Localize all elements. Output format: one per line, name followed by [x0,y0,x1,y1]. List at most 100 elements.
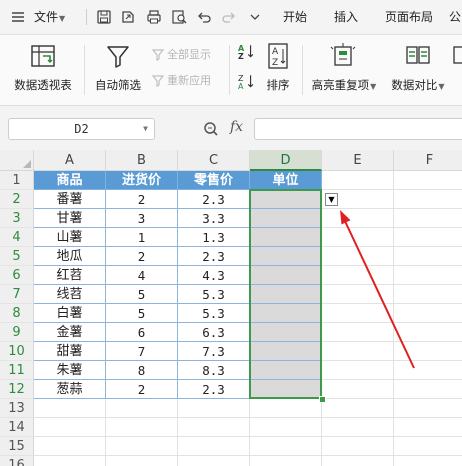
file-menu[interactable]: 文件▼ [34,0,65,34]
hamburger-menu-icon[interactable] [10,9,26,25]
tab-insert[interactable]: 插入 [334,0,358,34]
cell[interactable] [394,456,462,466]
tab-formulas[interactable]: 公 [449,0,461,34]
table-cell[interactable]: 1 [106,228,178,247]
cell[interactable] [34,399,106,418]
table-cell[interactable]: 2.3 [178,247,250,266]
cell[interactable] [250,437,322,456]
table-cell[interactable]: 6.3 [178,323,250,342]
table-cell[interactable]: 6 [106,323,178,342]
table-cell[interactable]: 4.3 [178,266,250,285]
cell[interactable] [322,437,394,456]
cell[interactable] [322,399,394,418]
table-cell[interactable] [250,323,322,342]
row-header-12[interactable]: 12 [0,380,34,399]
customize-toolbar-icon[interactable] [247,9,263,25]
table-cell[interactable]: 7.3 [178,342,250,361]
row-header-8[interactable]: 8 [0,304,34,323]
table-cell[interactable]: 金薯 [34,323,106,342]
cell[interactable] [394,247,462,266]
cell[interactable] [178,418,250,437]
table-cell[interactable]: 5 [106,285,178,304]
table-cell[interactable]: 4 [106,266,178,285]
table-cell[interactable] [250,247,322,266]
name-box[interactable]: D2 ▼ [8,118,155,140]
cell[interactable] [322,456,394,466]
cell[interactable] [322,247,394,266]
cell[interactable] [394,399,462,418]
table-cell[interactable]: 2 [106,380,178,399]
table-cell[interactable]: 地瓜 [34,247,106,266]
cell[interactable] [322,380,394,399]
cell[interactable] [34,418,106,437]
table-cell[interactable]: 番薯 [34,190,106,209]
row-header-16[interactable]: 16 [0,456,34,466]
cell[interactable] [394,418,462,437]
cell[interactable] [394,380,462,399]
cell[interactable] [394,342,462,361]
table-header-cell[interactable]: 商品 [34,171,106,190]
column-header-c[interactable]: C [178,150,250,171]
table-cell[interactable] [250,190,322,209]
data-compare-button[interactable]: 数据对比▼ [388,41,448,93]
cell[interactable] [250,456,322,466]
cell[interactable] [394,228,462,247]
row-header-11[interactable]: 11 [0,361,34,380]
cell[interactable] [394,323,462,342]
cell[interactable] [34,456,106,466]
cell[interactable] [322,228,394,247]
table-cell[interactable]: 线苕 [34,285,106,304]
sort-button[interactable]: AZ 排序 [260,41,296,93]
table-cell[interactable]: 2 [106,247,178,266]
tab-page-layout[interactable]: 页面布局 [385,0,433,34]
table-cell[interactable]: 2.3 [178,380,250,399]
table-cell[interactable] [250,209,322,228]
column-header-a[interactable]: A [34,150,106,171]
cell[interactable] [106,399,178,418]
cell[interactable] [394,361,462,380]
row-header-7[interactable]: 7 [0,285,34,304]
cell[interactable] [322,285,394,304]
cell[interactable] [250,418,322,437]
table-cell[interactable]: 甘薯 [34,209,106,228]
table-cell[interactable] [250,361,322,380]
print-preview-icon[interactable] [171,9,187,25]
table-cell[interactable]: 1.3 [178,228,250,247]
redo-icon[interactable] [221,9,237,25]
cell[interactable] [322,209,394,228]
cell[interactable] [34,437,106,456]
row-header-1[interactable]: 1 [0,171,34,190]
table-header-cell[interactable]: 进货价 [106,171,178,190]
cell[interactable] [322,304,394,323]
print-icon[interactable] [146,9,162,25]
table-cell[interactable]: 甜薯 [34,342,106,361]
export-icon[interactable] [120,9,136,25]
table-cell[interactable]: 5 [106,304,178,323]
row-header-9[interactable]: 9 [0,323,34,342]
cell[interactable] [394,304,462,323]
row-header-2[interactable]: 2 [0,190,34,209]
row-header-14[interactable]: 14 [0,418,34,437]
table-cell[interactable]: 朱薯 [34,361,106,380]
tab-home[interactable]: 开始 [283,0,307,34]
select-all-corner[interactable] [0,150,34,171]
cell[interactable] [106,437,178,456]
table-cell[interactable]: 白薯 [34,304,106,323]
table-cell[interactable]: 2 [106,190,178,209]
cell[interactable] [322,342,394,361]
cell[interactable] [394,190,462,209]
column-header-b[interactable]: B [106,150,178,171]
chevron-down-icon[interactable]: ▼ [143,119,148,139]
table-cell[interactable]: 3.3 [178,209,250,228]
row-header-5[interactable]: 5 [0,247,34,266]
cell-dropdown-button[interactable]: ▼ [325,193,338,206]
ribbon-more-button[interactable] [452,41,462,71]
cell[interactable] [322,418,394,437]
cell[interactable] [250,399,322,418]
show-all-button[interactable]: 全部显示 [151,47,211,63]
table-cell[interactable] [250,342,322,361]
row-header-3[interactable]: 3 [0,209,34,228]
cell[interactable] [394,266,462,285]
table-header-cell[interactable]: 零售价 [178,171,250,190]
row-header-4[interactable]: 4 [0,228,34,247]
